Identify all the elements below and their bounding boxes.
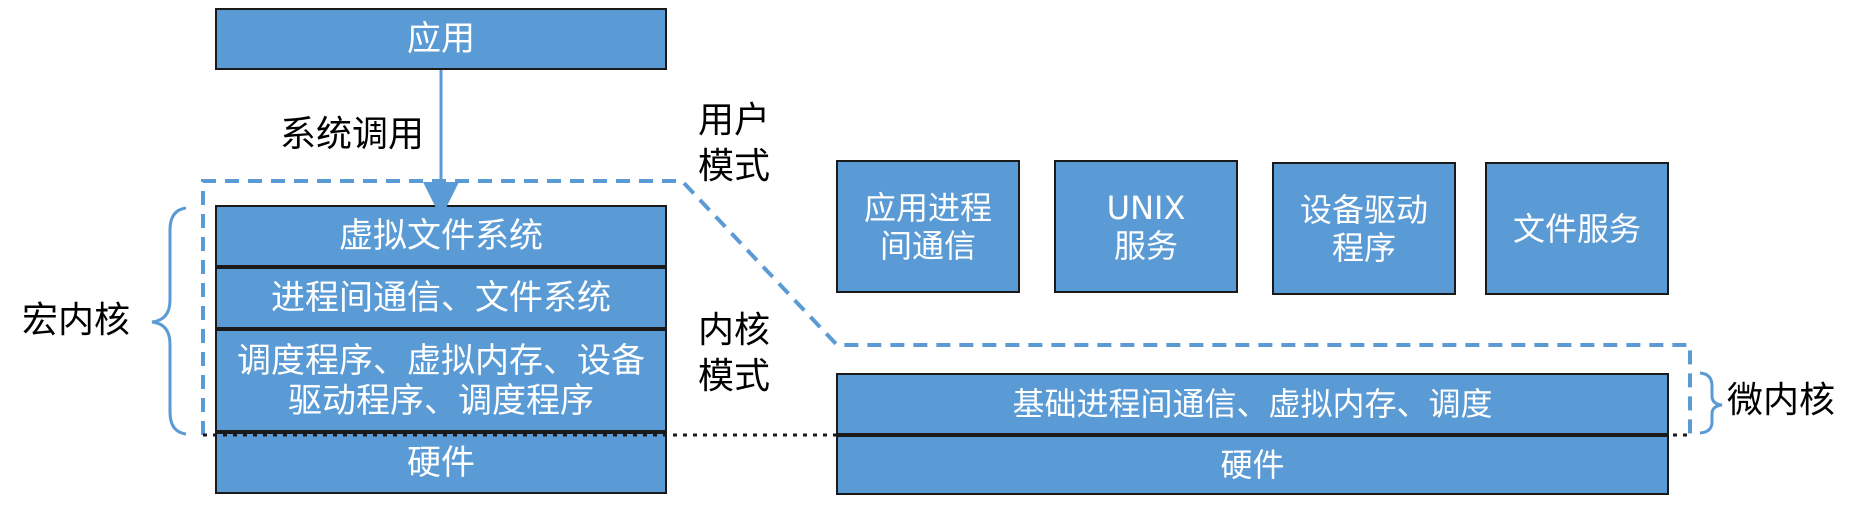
monolithic-brace — [151, 206, 187, 436]
diagram-overlay — [151, 70, 1723, 437]
microkernel-brace — [1699, 371, 1723, 435]
mode-boundary-dashed — [201, 179, 1692, 435]
